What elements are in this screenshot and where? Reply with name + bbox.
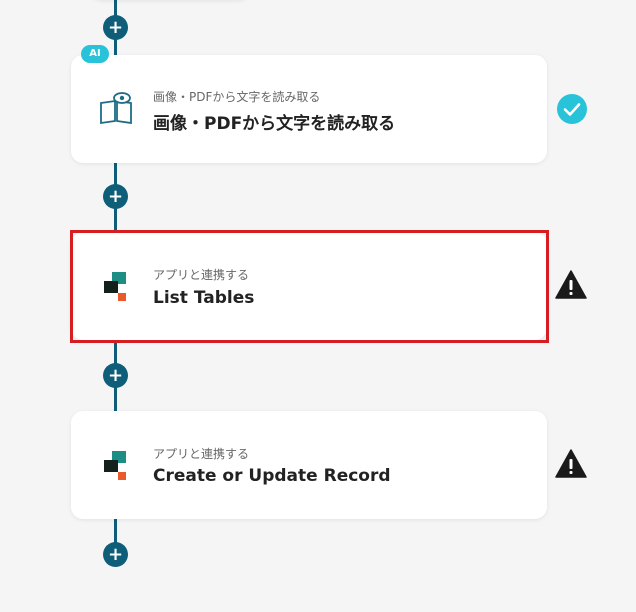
- step-card-create-update-record[interactable]: アプリと連携する Create or Update Record: [71, 411, 547, 519]
- add-step-button[interactable]: +: [103, 363, 128, 388]
- add-step-button[interactable]: +: [103, 542, 128, 567]
- warning-icon: [555, 449, 587, 478]
- add-step-button[interactable]: +: [103, 184, 128, 209]
- step-card-ocr[interactable]: AI 画像・PDFから文字を読み取る 画像・PDFから文字を読み取る: [71, 45, 547, 163]
- step-subtitle: アプリと連携する: [153, 447, 250, 461]
- warning-icon: [555, 270, 587, 299]
- check-circle-icon: [557, 94, 587, 124]
- selected-step-highlight: [70, 230, 549, 343]
- ai-badge: AI: [81, 45, 109, 63]
- step-subtitle: 画像・PDFから文字を読み取る: [153, 90, 321, 104]
- step-title: 画像・PDFから文字を読み取る: [153, 114, 396, 134]
- add-step-button[interactable]: +: [103, 15, 128, 40]
- book-eye-icon: [100, 92, 132, 125]
- step-title: Create or Update Record: [153, 466, 391, 486]
- app-logo-icon: [104, 451, 126, 480]
